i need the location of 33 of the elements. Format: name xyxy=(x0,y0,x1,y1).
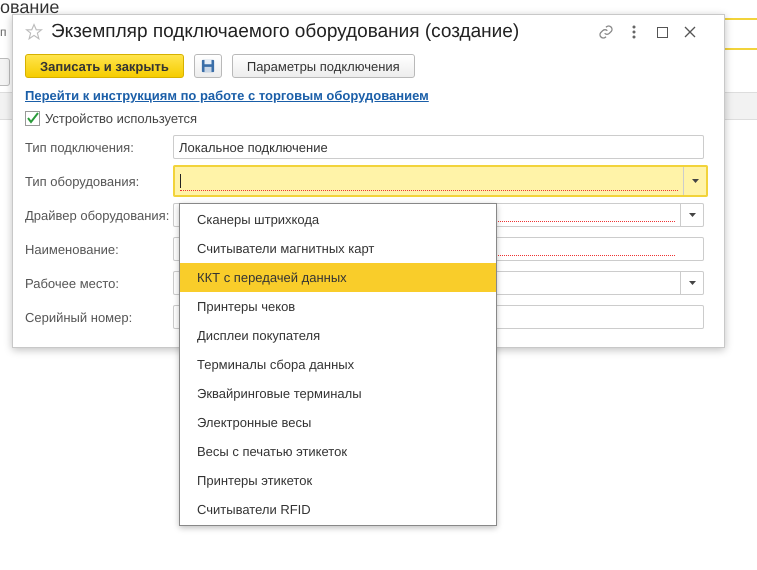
list-item[interactable]: Считыватели магнитных карт xyxy=(180,234,496,263)
list-item[interactable]: Дисплеи покупателя xyxy=(180,321,496,350)
field-label: п xyxy=(0,25,6,39)
input-field[interactable]: Локальное подключение xyxy=(173,135,704,159)
field-label: Рабочее место: xyxy=(25,276,120,290)
list-item[interactable]: Принтеры чеков xyxy=(180,292,496,321)
list-item[interactable]: Весы с печатью этикеток xyxy=(180,437,496,466)
star-icon[interactable] xyxy=(25,23,43,41)
dropdown-arrow-icon[interactable] xyxy=(688,281,696,285)
list-item[interactable]: Терминалы сбора данных xyxy=(180,350,496,379)
input-field[interactable] xyxy=(722,18,757,50)
window-title: Экземпляр подключаемого оборудования (создание) xyxy=(51,21,520,43)
field-label: Наименование: xyxy=(25,242,120,256)
field-label: Тип оборудования: xyxy=(25,174,140,188)
dropdown-arrow-icon[interactable] xyxy=(688,213,696,217)
field-label: Серийный номер: xyxy=(25,310,134,324)
dropdown-arrow-icon[interactable] xyxy=(692,179,698,183)
dropdown-field[interactable] xyxy=(173,165,708,197)
list-item[interactable]: Сканеры штрихкода xyxy=(180,205,496,234)
page-heading: ование xyxy=(0,0,60,17)
save-and-close-button[interactable]: Записать и закрыть xyxy=(25,54,184,78)
list-item[interactable]: Считыватели RFID xyxy=(180,495,496,524)
checkbox-label: Устройство используется xyxy=(45,111,198,126)
save-button[interactable] xyxy=(194,54,222,78)
list-item[interactable]: Электронные весы xyxy=(180,408,496,437)
field-label: Тип подключения: xyxy=(25,140,135,154)
instructions-link[interactable]: Перейти к инструкциям по работе с торговым оборудованием xyxy=(25,88,704,103)
checkbox[interactable] xyxy=(25,111,40,126)
list-item[interactable]: ККТ с передачей данных xyxy=(180,263,496,292)
field-label: Драйвер оборудования: xyxy=(25,208,170,222)
list-item[interactable]: Эквайринговые терминалы xyxy=(180,379,496,408)
list-item[interactable]: Принтеры этикеток xyxy=(180,466,496,495)
connection-settings-button[interactable]: Параметры подключения xyxy=(232,54,415,78)
